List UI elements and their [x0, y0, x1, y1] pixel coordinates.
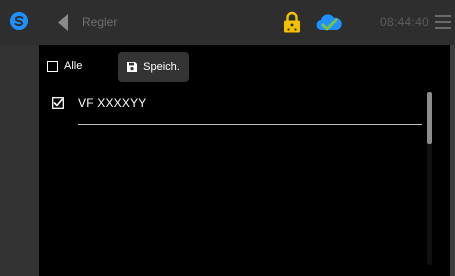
scrollbar-thumb[interactable] [427, 92, 432, 144]
list-item-label: VF XXXXYY [78, 96, 147, 110]
divider [78, 124, 422, 125]
back-arrow-icon[interactable] [57, 14, 69, 31]
logo-icon[interactable] [9, 11, 29, 31]
lock-icon[interactable] [283, 11, 301, 33]
clock-display: 08:44:40 [380, 15, 430, 29]
floppy-disk-icon [127, 62, 138, 72]
select-all-label: Alle [64, 60, 83, 72]
page-title: Regler [82, 15, 118, 29]
menu-icon[interactable] [435, 15, 451, 29]
content-panel [39, 45, 455, 276]
select-all-checkbox[interactable]: Alle [47, 58, 82, 74]
cloud-icon[interactable] [315, 13, 343, 33]
checkbox-checked-icon[interactable] [52, 97, 64, 109]
list-item[interactable]: VF XXXXYY [52, 96, 147, 110]
save-button[interactable]: Speich. [118, 52, 189, 82]
left-rail [0, 45, 39, 276]
right-edge [450, 45, 455, 276]
top-bar: Regler 08:44:40 [0, 0, 455, 45]
save-button-label: Speich. [143, 61, 180, 73]
checkbox-unchecked-icon[interactable] [47, 60, 58, 72]
